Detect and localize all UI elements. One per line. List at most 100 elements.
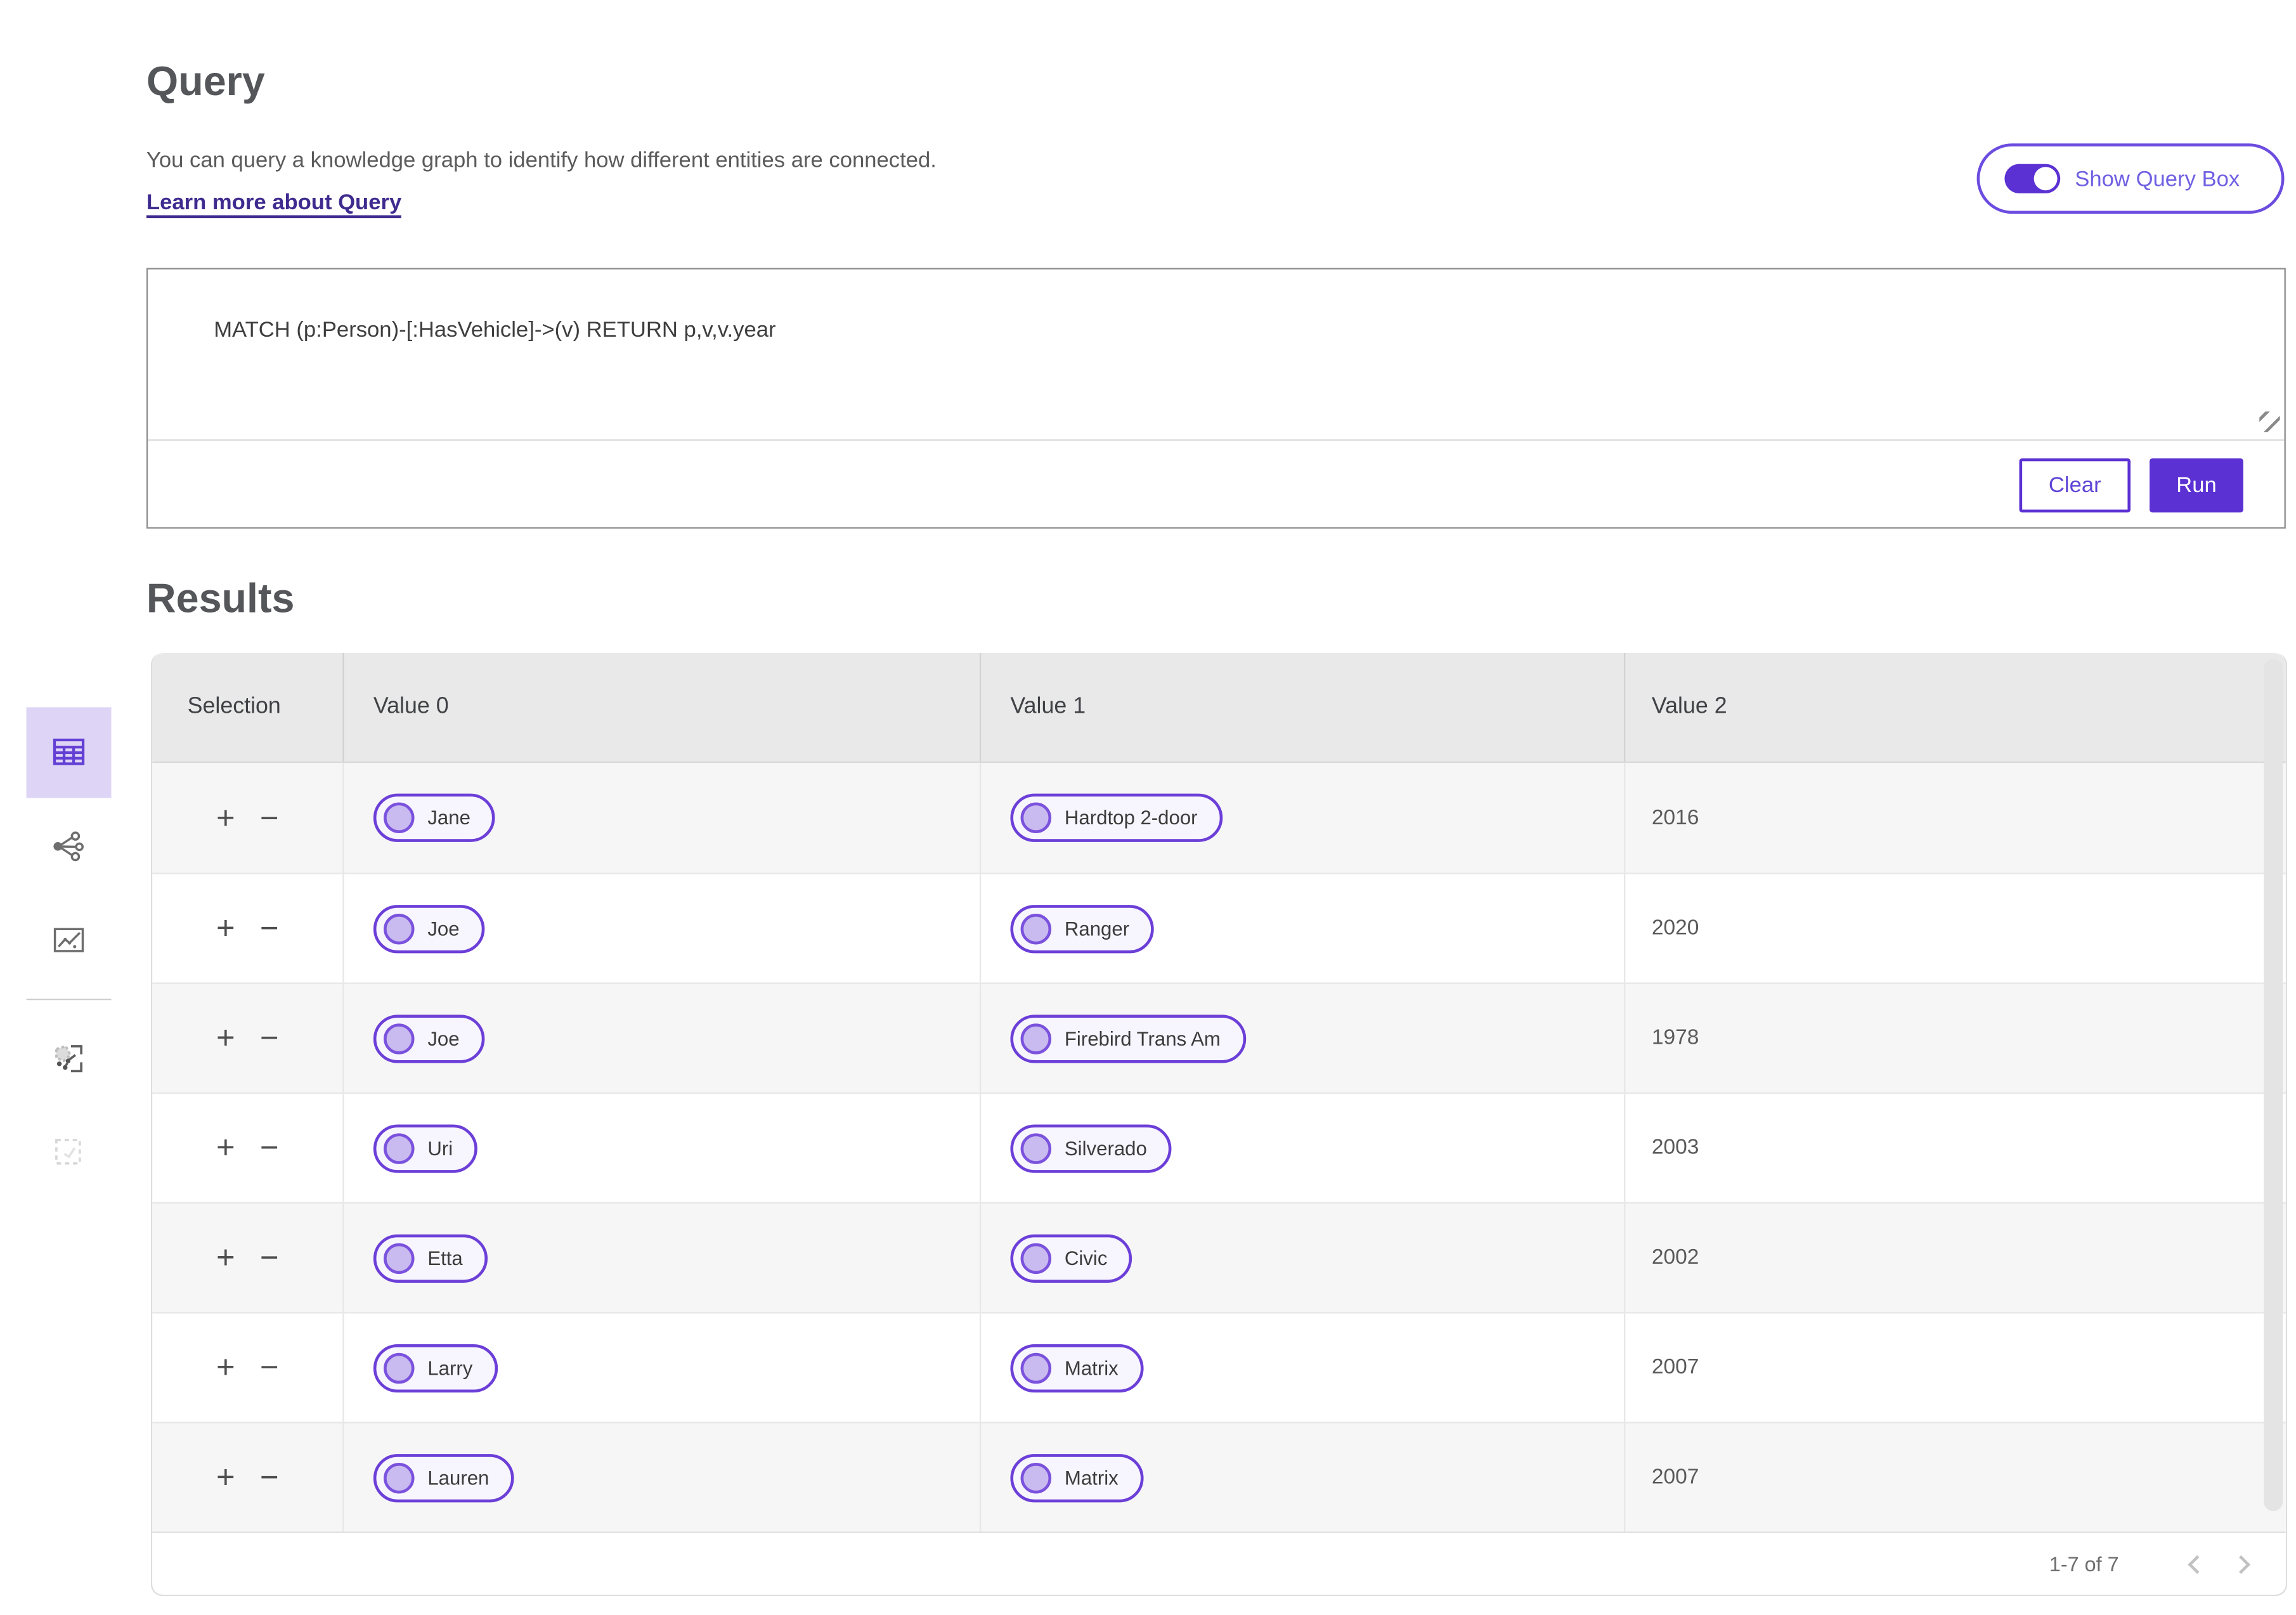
add-selection-button[interactable]: + — [216, 1241, 235, 1274]
selection-cell: + − — [152, 1313, 342, 1422]
entity-pill[interactable]: Lauren — [373, 1453, 514, 1502]
entity-label: Silverado — [1064, 1137, 1147, 1159]
entity-pill[interactable]: Ranger — [1010, 904, 1155, 953]
value1-cell: Firebird Trans Am — [979, 983, 1624, 1093]
selection-cell: + − — [152, 874, 342, 983]
table-header-row: Selection Value 0 Value 1 Value 2 — [152, 652, 2286, 763]
sidebar-item-chart-view[interactable] — [27, 895, 112, 985]
value2-cell: 2007 — [1624, 1313, 2286, 1422]
entity-pill[interactable]: Larry — [373, 1343, 498, 1392]
next-page-button[interactable] — [2219, 1542, 2262, 1586]
previous-page-button[interactable] — [2174, 1542, 2218, 1586]
table-row: + − Lauren Matrix 2007 — [152, 1422, 2286, 1532]
entity-pill[interactable]: Matrix — [1010, 1453, 1143, 1502]
node-circle-icon — [1020, 1242, 1052, 1273]
entity-pill[interactable]: Matrix — [1010, 1343, 1143, 1392]
entity-label: Ranger — [1064, 917, 1130, 940]
table-row: + − Jane Hardtop 2-door 2016 — [152, 763, 2286, 873]
entity-pill[interactable]: Uri — [373, 1124, 478, 1172]
node-circle-icon — [1020, 1462, 1052, 1493]
add-selection-button[interactable]: + — [216, 801, 235, 834]
value1-cell: Matrix — [979, 1313, 1624, 1422]
show-query-box-toggle[interactable]: Show Query Box — [1976, 143, 2285, 214]
entity-label: Matrix — [1064, 1466, 1119, 1489]
marquee-selection-icon — [55, 1138, 81, 1165]
remove-selection-button[interactable]: − — [260, 912, 279, 945]
year-value: 1978 — [1651, 1026, 1699, 1050]
remove-selection-button[interactable]: − — [260, 801, 279, 834]
toggle-switch-icon[interactable] — [2004, 164, 2061, 193]
query-text: MATCH (p:Person)-[:HasVehicle]->(v) RETU… — [214, 318, 776, 343]
entity-pill[interactable]: Joe — [373, 904, 484, 953]
page-description: You can query a knowledge graph to ident… — [146, 148, 937, 173]
remove-selection-button[interactable]: − — [260, 1241, 279, 1274]
add-selection-button[interactable]: + — [216, 1131, 235, 1164]
table-footer: 1-7 of 7 — [152, 1531, 2286, 1595]
learn-more-link[interactable]: Learn more about Query — [146, 190, 402, 219]
remove-selection-button[interactable]: − — [260, 1131, 279, 1164]
remove-selection-button[interactable]: − — [260, 1022, 279, 1054]
entity-label: Lauren — [427, 1466, 490, 1489]
value2-cell: 2016 — [1624, 763, 2286, 873]
entity-label: Etta — [427, 1247, 463, 1269]
toggle-label: Show Query Box — [2075, 166, 2240, 191]
query-input[interactable]: MATCH (p:Person)-[:HasVehicle]->(v) RETU… — [148, 269, 2285, 441]
value0-cell: Lauren — [342, 1423, 980, 1532]
query-actions: Clear Run — [148, 441, 2284, 529]
entity-pill[interactable]: Civic — [1010, 1233, 1132, 1282]
entity-pill[interactable]: Etta — [373, 1233, 488, 1282]
add-selection-button[interactable]: + — [216, 1351, 235, 1384]
sidebar-item-marquee-selection — [27, 1107, 112, 1198]
year-value: 2003 — [1651, 1136, 1699, 1160]
results-title: Results — [146, 575, 295, 621]
table-row: + − Larry Matrix 2007 — [152, 1312, 2286, 1422]
entity-pill[interactable]: Joe — [373, 1014, 484, 1063]
node-circle-icon — [384, 912, 415, 944]
value1-cell: Civic — [979, 1203, 1624, 1313]
chevron-left-icon — [2187, 1554, 2206, 1574]
entity-label: Uri — [427, 1137, 453, 1159]
table-row: + − Uri Silverado 2003 — [152, 1092, 2286, 1202]
value2-cell: 2003 — [1624, 1094, 2286, 1202]
query-panel: MATCH (p:Person)-[:HasVehicle]->(v) RETU… — [146, 268, 2286, 529]
node-circle-icon — [1020, 1023, 1052, 1054]
sidebar-item-graph-selection[interactable] — [27, 1013, 112, 1104]
year-value: 2007 — [1651, 1356, 1699, 1380]
node-circle-icon — [384, 1132, 415, 1164]
column-header-value1: Value 1 — [979, 652, 1624, 762]
node-circle-icon — [1020, 1352, 1052, 1384]
table-row: + − Etta Civic 2002 — [152, 1202, 2286, 1313]
entity-pill[interactable]: Silverado — [1010, 1124, 1172, 1172]
entity-pill[interactable]: Jane — [373, 793, 496, 842]
remove-selection-button[interactable]: − — [260, 1461, 279, 1494]
entity-label: Civic — [1064, 1247, 1108, 1269]
selection-cell: + − — [152, 1424, 342, 1532]
add-selection-button[interactable]: + — [216, 1461, 235, 1494]
entity-pill[interactable]: Firebird Trans Am — [1010, 1014, 1246, 1063]
selection-cell: + − — [152, 984, 342, 1093]
remove-selection-button[interactable]: − — [260, 1351, 279, 1384]
query-page: Query You can query a knowledge graph to… — [0, 0, 2296, 1615]
run-button[interactable]: Run — [2150, 457, 2243, 512]
value0-cell: Etta — [342, 1203, 980, 1313]
sidebar-item-graph-view[interactable] — [27, 801, 112, 892]
value1-cell: Hardtop 2-door — [979, 763, 1624, 873]
results-table: Selection Value 0 Value 1 Value 2 + − Ja… — [150, 652, 2288, 1597]
value0-cell: Joe — [342, 983, 980, 1093]
entity-label: Jane — [427, 807, 470, 829]
chevron-right-icon — [2231, 1554, 2250, 1574]
resize-handle-icon[interactable] — [2259, 411, 2280, 432]
column-header-selection: Selection — [187, 694, 281, 719]
clear-button[interactable]: Clear — [2019, 457, 2131, 512]
value0-cell: Uri — [342, 1094, 980, 1202]
entity-label: Joe — [427, 917, 460, 940]
entity-pill[interactable]: Hardtop 2-door — [1010, 793, 1223, 842]
value1-cell: Ranger — [979, 874, 1624, 983]
value0-cell: Jane — [342, 763, 980, 873]
add-selection-button[interactable]: + — [216, 1022, 235, 1054]
entity-label: Firebird Trans Am — [1064, 1027, 1221, 1049]
sidebar-item-table-view[interactable] — [26, 707, 112, 798]
table-scrollbar[interactable] — [2264, 659, 2283, 1512]
node-circle-icon — [384, 1352, 415, 1384]
add-selection-button[interactable]: + — [216, 912, 235, 945]
